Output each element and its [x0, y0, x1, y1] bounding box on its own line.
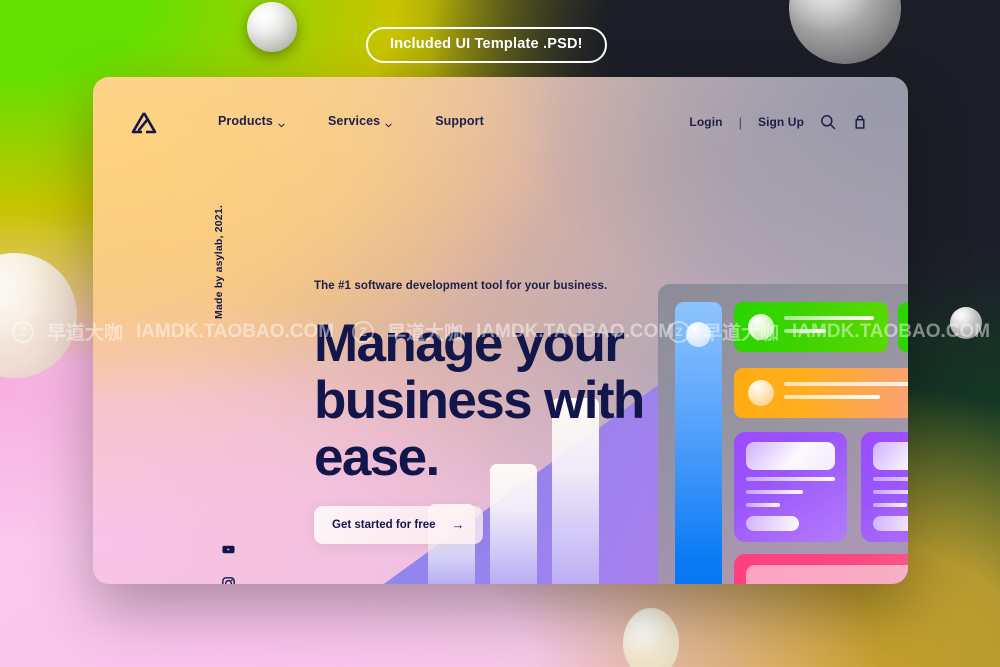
nav-divider: | — [738, 114, 742, 130]
chevron-down-icon — [385, 118, 392, 127]
orange-bar-avatar — [748, 380, 774, 406]
green-card-line-2 — [784, 329, 826, 333]
dashboard-green-card-1 — [734, 302, 888, 352]
dashboard-pink-card — [734, 554, 908, 584]
made-by-credit: Made by asylab, 2021. — [213, 205, 225, 319]
purple-card-button[interactable] — [746, 516, 799, 531]
orange-bar-line-1 — [784, 382, 908, 386]
nav-item-support-label: Support — [435, 114, 484, 128]
navbar: Products Services Support Login | Sign U… — [93, 77, 908, 173]
get-started-button[interactable]: Get started for free → — [314, 506, 483, 544]
purple-card-line-1 — [746, 477, 835, 481]
social-links — [222, 543, 235, 584]
decorative-sphere-top-middle — [247, 2, 297, 52]
orange-bar-line-2 — [784, 395, 880, 399]
nav-item-services-label: Services — [327, 114, 381, 128]
dashboard-sidebar — [675, 302, 722, 584]
purple-card-line-2 — [746, 490, 803, 494]
dashboard-green-card-2 — [898, 302, 908, 352]
dashboard-purple-card-1 — [734, 432, 847, 542]
arrow-right-icon: → — [451, 517, 465, 532]
purple-card-line-3 — [873, 503, 907, 507]
green-card-line-1 — [784, 316, 874, 320]
nav-item-products[interactable]: Products — [218, 114, 285, 128]
signup-link[interactable]: Sign Up — [758, 115, 804, 129]
purple-card-line-2 — [873, 490, 908, 494]
nav-links-right: Login | Sign Up — [689, 114, 868, 130]
login-link[interactable]: Login — [689, 115, 722, 129]
instagram-icon[interactable] — [222, 577, 235, 584]
hero-eyebrow: The #1 software development tool for you… — [314, 280, 608, 292]
youtube-icon[interactable] — [222, 543, 235, 556]
purple-card-line-3 — [746, 503, 780, 507]
purple-card-image — [746, 442, 835, 470]
purple-card-image — [873, 442, 908, 470]
purple-card-button[interactable] — [873, 516, 908, 531]
pink-card-inner — [746, 565, 908, 584]
chevron-down-icon — [278, 118, 285, 127]
green-card-avatar — [748, 314, 774, 340]
decorative-sphere-right — [950, 307, 982, 339]
dashboard-orange-bar — [734, 368, 908, 418]
dashboard-mockup — [658, 284, 908, 584]
asylab-logo[interactable] — [131, 111, 157, 135]
nav-item-products-label: Products — [218, 114, 273, 128]
purple-card-line-1 — [873, 477, 908, 481]
nav-item-support[interactable]: Support — [435, 114, 484, 128]
get-started-label: Get started for free — [332, 518, 436, 531]
nav-item-services[interactable]: Services — [328, 114, 392, 128]
hero-card: Products Services Support Login | Sign U… — [93, 77, 908, 584]
dashboard-purple-card-2 — [861, 432, 908, 542]
nav-links-left: Products Services Support — [218, 114, 484, 128]
hero-headline: Manage your business with ease. — [314, 314, 645, 487]
dashboard-sidebar-avatar — [686, 322, 711, 347]
bag-icon[interactable] — [852, 114, 868, 130]
included-template-badge: Included UI Template .PSD! — [366, 27, 607, 63]
search-icon[interactable] — [820, 114, 836, 130]
